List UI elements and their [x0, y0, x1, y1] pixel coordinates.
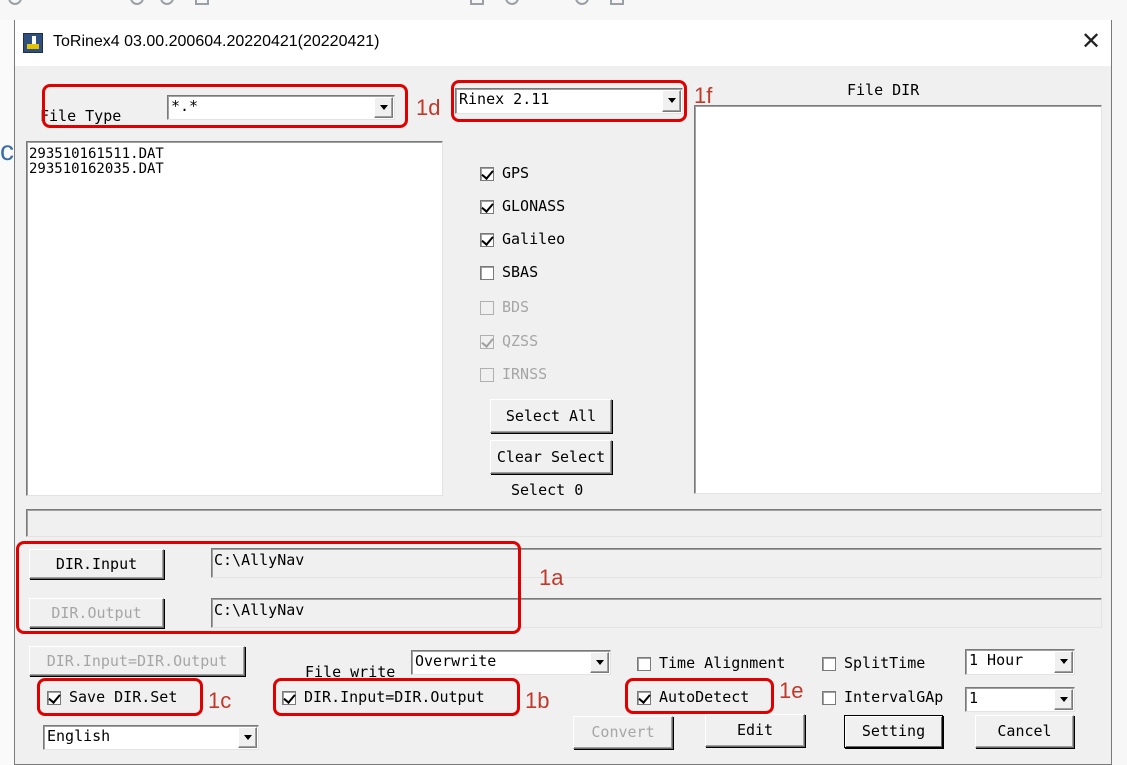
glonass-label: GLONASS	[502, 197, 566, 215]
title-bar: ToRinex4 03.00.200604.20220421(20220421)…	[15, 20, 1111, 66]
chevron-down-icon[interactable]	[1054, 651, 1073, 673]
background-toolbar-icon	[505, 0, 519, 5]
torinex-dialog: ToRinex4 03.00.200604.20220421(20220421)…	[14, 20, 1112, 765]
background-toolbar-icon	[610, 0, 624, 5]
edit-button[interactable]: Edit	[705, 714, 805, 747]
qzss-checkbox[interactable]	[480, 335, 494, 349]
window-title: ToRinex4 03.00.200604.20220421(20220421)	[53, 33, 380, 50]
file-write-select[interactable]: Overwrite	[411, 650, 611, 675]
convert-button[interactable]: Convert	[573, 716, 673, 749]
background-app-left: c	[0, 20, 14, 765]
interval-gap-label: IntervalGAp	[844, 688, 944, 706]
language-select[interactable]: English	[43, 725, 259, 750]
annotation-box-1e	[625, 678, 774, 714]
glonass-checkbox[interactable]	[480, 200, 494, 214]
background-glyph-icon: c	[0, 135, 14, 166]
dir-input-equals-output-button[interactable]: DIR.Input=DIR.Output	[29, 646, 245, 676]
qzss-label: QZSS	[502, 332, 539, 350]
app-icon	[23, 33, 43, 53]
split-time-value: 1 Hour	[969, 651, 1024, 669]
chevron-down-icon[interactable]	[1054, 689, 1073, 710]
background-toolbar-icon	[8, 0, 22, 5]
sbas-label: SBAS	[502, 263, 539, 281]
background-app-toolbar	[0, 0, 1127, 20]
list-item[interactable]: 293510162035.DAT	[29, 162, 164, 177]
setting-button[interactable]: Setting	[844, 715, 943, 748]
irnss-checkbox[interactable]	[480, 368, 494, 382]
annotation-box-1f	[451, 80, 687, 122]
file-list[interactable]: 293510161511.DAT 293510162035.DAT	[26, 141, 443, 496]
galileo-label: Galileo	[502, 230, 566, 248]
background-toolbar-icon	[575, 0, 589, 5]
language-value: English	[47, 727, 111, 745]
cancel-button[interactable]: Cancel	[975, 715, 1074, 748]
background-toolbar-icon	[470, 0, 484, 5]
bds-checkbox[interactable]	[480, 301, 494, 315]
annotation-box-1b	[273, 678, 520, 716]
annotation-label-1c: 1c	[208, 688, 232, 713]
list-item[interactable]: 293510161511.DAT	[29, 147, 164, 162]
file-dir-label: File DIR	[847, 81, 920, 99]
clear-select-button[interactable]: Clear Select	[490, 440, 612, 474]
background-toolbar-icon	[130, 0, 144, 5]
sbas-checkbox[interactable]	[480, 266, 494, 280]
time-alignment-label: Time Alignment	[659, 654, 786, 672]
gps-checkbox[interactable]	[480, 167, 494, 181]
file-write-value: Overwrite	[415, 652, 497, 670]
bds-label: BDS	[502, 298, 530, 316]
split-time-label: SplitTime	[844, 654, 926, 672]
select-count: Select 0	[511, 481, 584, 499]
annotation-label-1d: 1d	[416, 95, 441, 120]
split-time-checkbox[interactable]	[822, 657, 836, 671]
background-toolbar-icon	[195, 0, 209, 5]
annotation-box-1a	[16, 541, 521, 634]
background-toolbar-icon	[160, 0, 174, 5]
chevron-down-icon[interactable]	[590, 652, 609, 673]
interval-value: 1	[969, 689, 979, 707]
close-icon[interactable]: ✕	[1075, 26, 1107, 58]
annotation-label-1a: 1a	[539, 565, 564, 590]
time-alignment-checkbox[interactable]	[637, 657, 651, 671]
annotation-label-1f: 1f	[694, 83, 713, 108]
irnss-label: IRNSS	[502, 365, 548, 383]
annotation-label-1e: 1e	[779, 678, 804, 703]
file-dir-list[interactable]	[694, 105, 1102, 494]
chevron-down-icon[interactable]	[238, 727, 257, 748]
galileo-checkbox[interactable]	[480, 233, 494, 247]
background-app-right	[1112, 20, 1127, 765]
annotation-box-1d	[42, 84, 408, 128]
annotation-label-1b: 1b	[525, 688, 550, 713]
interval-gap-checkbox[interactable]	[822, 691, 836, 705]
annotation-box-1c	[37, 678, 203, 716]
gps-label: GPS	[502, 164, 530, 182]
interval-select[interactable]: 1	[965, 687, 1075, 712]
select-all-button[interactable]: Select All	[490, 399, 612, 433]
split-time-select[interactable]: 1 Hour	[965, 649, 1075, 675]
progress-bar	[26, 509, 1102, 537]
